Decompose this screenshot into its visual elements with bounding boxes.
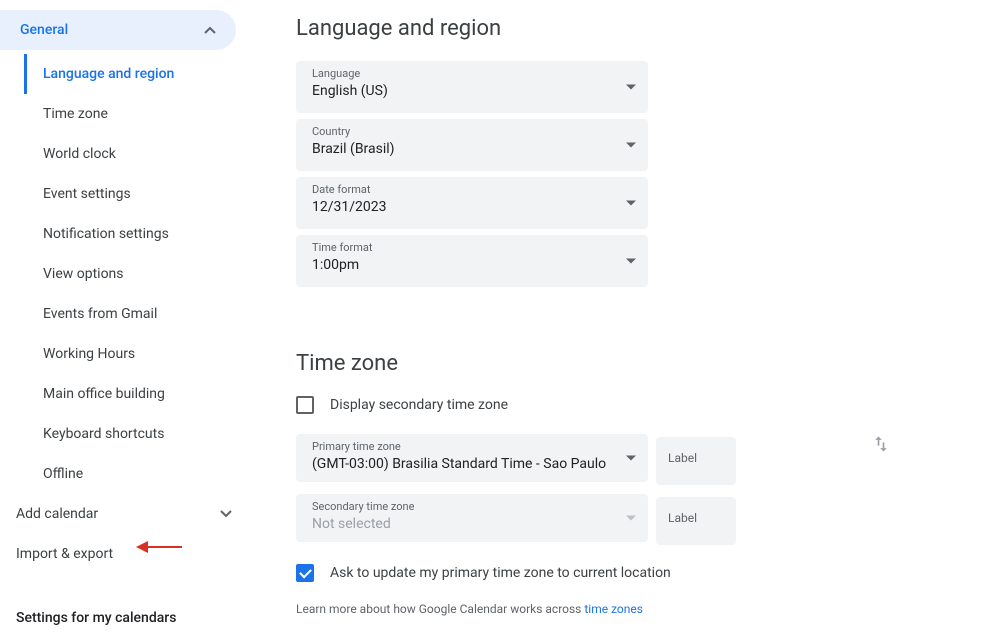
country-select[interactable]: Country Brazil (Brasil) xyxy=(296,119,648,171)
nav-view-options[interactable]: View options xyxy=(24,254,256,294)
timezone-help-text: Learn more about how Google Calendar wor… xyxy=(296,602,953,616)
add-calendar-toggle[interactable]: Add calendar xyxy=(0,494,256,534)
timezone-help-prefix: Learn more about how Google Calendar wor… xyxy=(296,602,584,616)
secondary-tz-select: Secondary time zone Not selected xyxy=(296,494,648,542)
language-select-label: Language xyxy=(312,67,636,81)
chevron-down-icon xyxy=(220,506,232,522)
import-export-label: Import & export xyxy=(16,546,113,562)
nav-event-settings[interactable]: Event settings xyxy=(24,174,256,214)
settings-sidebar: General Language and region Time zone Wo… xyxy=(0,0,256,627)
nav-working-hours[interactable]: Working Hours xyxy=(24,334,256,374)
secondary-tz-select-label: Secondary time zone xyxy=(312,500,636,514)
primary-tz-value: (GMT-03:00) Brasilia Standard Time - Sao… xyxy=(312,454,636,474)
timeformat-select-value: 1:00pm xyxy=(312,255,636,275)
nav-main-office-building[interactable]: Main office building xyxy=(24,374,256,414)
dateformat-select-label: Date format xyxy=(312,183,636,197)
nav-keyboard-shortcuts[interactable]: Keyboard shortcuts xyxy=(24,414,256,454)
timezone-title: Time zone xyxy=(296,351,953,376)
swap-timezones-button[interactable] xyxy=(865,396,897,496)
language-region-title: Language and region xyxy=(296,16,953,41)
import-export-link[interactable]: Import & export xyxy=(0,534,256,574)
country-select-label: Country xyxy=(312,125,636,139)
nav-language-region[interactable]: Language and region xyxy=(24,54,256,94)
ask-update-label: Ask to update my primary time zone to cu… xyxy=(330,565,671,581)
nav-offline[interactable]: Offline xyxy=(24,454,256,494)
timeformat-select-label: Time format xyxy=(312,241,636,255)
dropdown-icon xyxy=(626,201,636,206)
add-calendar-label: Add calendar xyxy=(16,506,98,522)
secondary-tz-label-input: Label xyxy=(656,497,736,545)
secondary-tz-value: Not selected xyxy=(312,514,636,534)
language-region-section: Language and region Language English (US… xyxy=(296,16,953,287)
ask-update-checkbox[interactable] xyxy=(296,564,314,582)
dateformat-select[interactable]: Date format 12/31/2023 xyxy=(296,177,648,229)
general-label: General xyxy=(20,22,68,38)
ask-update-checkbox-row[interactable]: Ask to update my primary time zone to cu… xyxy=(296,564,953,582)
swap-vertical-icon xyxy=(871,434,891,458)
dropdown-icon xyxy=(626,259,636,264)
dropdown-icon xyxy=(626,516,636,521)
primary-tz-label-input[interactable]: Label xyxy=(656,437,736,485)
nav-notification-settings[interactable]: Notification settings xyxy=(24,214,256,254)
country-select-value: Brazil (Brasil) xyxy=(312,139,636,159)
dropdown-icon xyxy=(626,143,636,148)
dropdown-icon xyxy=(626,456,636,461)
general-nav-items: Language and region Time zone World cloc… xyxy=(0,54,256,494)
dateformat-select-value: 12/31/2023 xyxy=(312,197,636,217)
timezone-section: Time zone Display secondary time zone Pr… xyxy=(296,351,953,616)
settings-main: Language and region Language English (US… xyxy=(256,0,993,627)
nav-events-from-gmail[interactable]: Events from Gmail xyxy=(24,294,256,334)
chevron-up-icon xyxy=(204,22,216,38)
general-section-toggle[interactable]: General xyxy=(0,10,236,50)
primary-tz-select[interactable]: Primary time zone (GMT-03:00) Brasilia S… xyxy=(296,434,648,482)
settings-for-calendars-heading: Settings for my calendars xyxy=(0,598,256,638)
language-select[interactable]: Language English (US) xyxy=(296,61,648,113)
language-select-value: English (US) xyxy=(312,81,636,101)
timezone-help-link[interactable]: time zones xyxy=(584,602,643,616)
primary-tz-label: Primary time zone xyxy=(312,440,636,454)
timeformat-select[interactable]: Time format 1:00pm xyxy=(296,235,648,287)
nav-time-zone[interactable]: Time zone xyxy=(24,94,256,134)
nav-world-clock[interactable]: World clock xyxy=(24,134,256,174)
secondary-tz-checkbox[interactable] xyxy=(296,396,314,414)
secondary-tz-checkbox-row[interactable]: Display secondary time zone xyxy=(296,396,953,414)
dropdown-icon xyxy=(626,85,636,90)
secondary-tz-checkbox-label: Display secondary time zone xyxy=(330,397,508,413)
